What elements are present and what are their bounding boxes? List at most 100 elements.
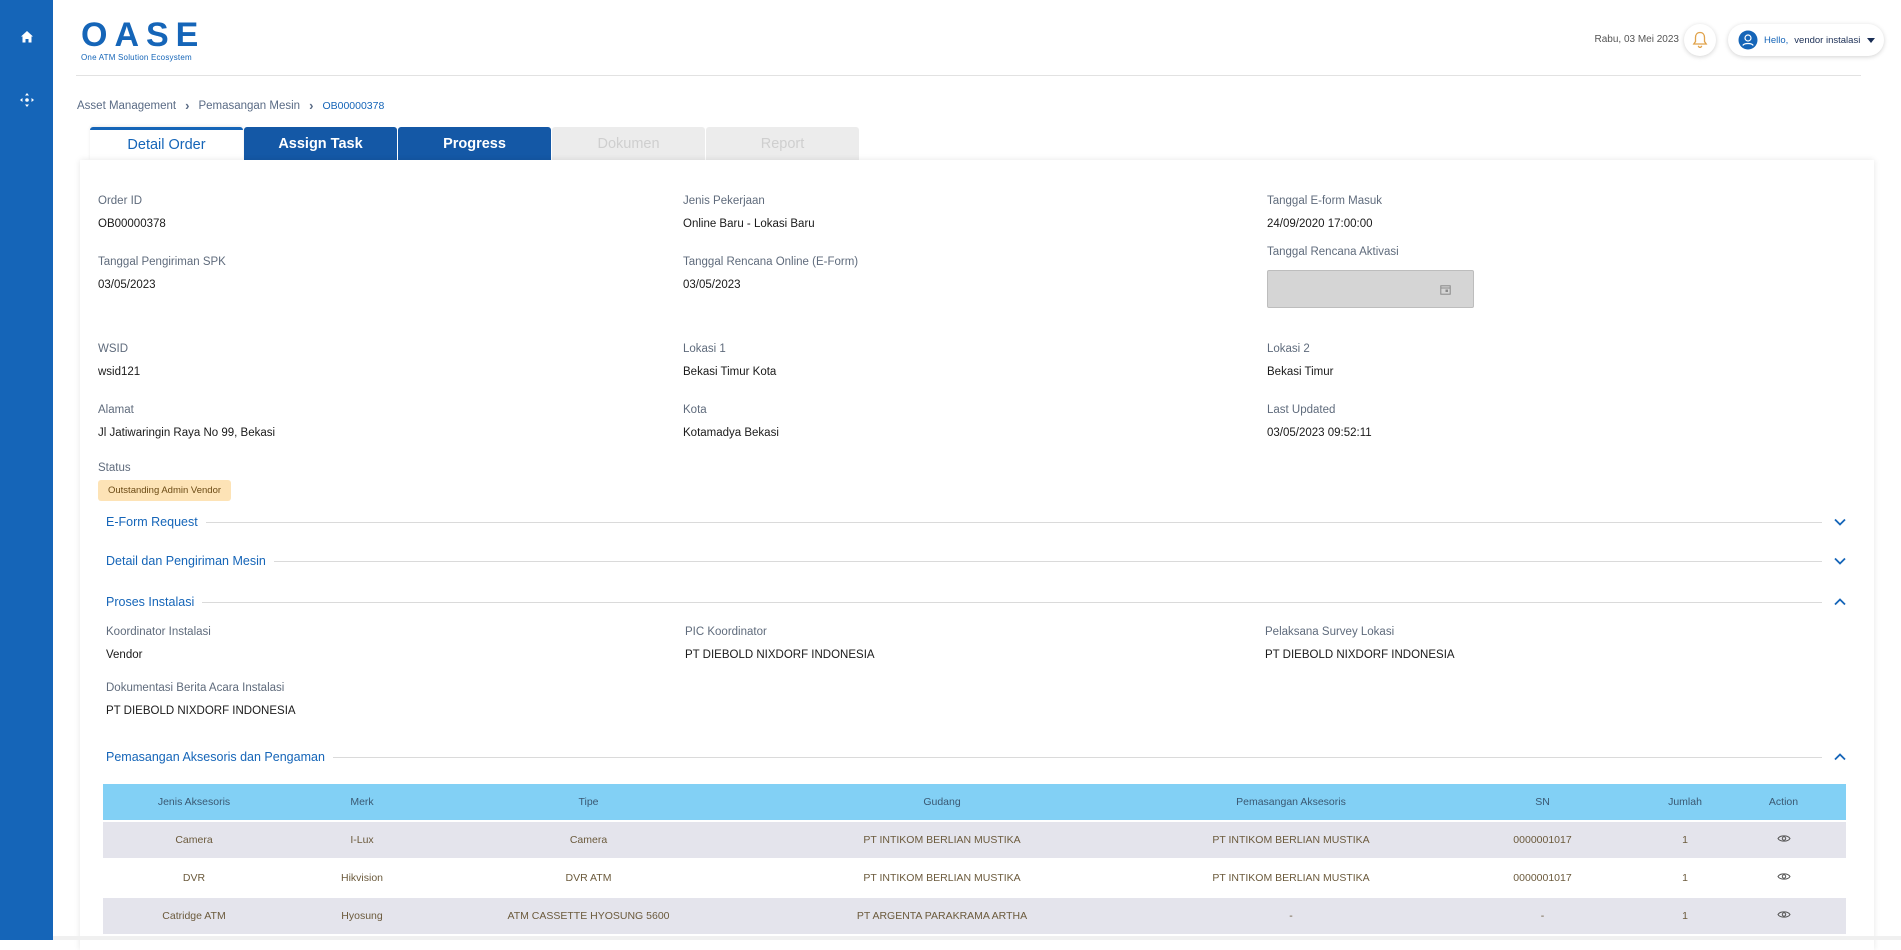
- column-header: SN: [1436, 796, 1649, 808]
- column-header: Merk: [285, 796, 439, 808]
- dokumentasi-bast-field: Dokumentasi Berita Acara Instalasi PT DI…: [106, 682, 296, 717]
- field-label: Jenis Pekerjaan: [683, 195, 815, 207]
- breadcrumb-pemasangan-mesin[interactable]: Pemasangan Mesin: [198, 100, 300, 112]
- notification-button[interactable]: [1684, 24, 1716, 56]
- section-title: Pemasangan Aksesoris dan Pengaman: [106, 750, 333, 764]
- column-header: Tipe: [439, 796, 738, 808]
- field-label: Last Updated: [1267, 404, 1372, 416]
- logo[interactable]: OASE One ATM Solution Ecosystem: [81, 18, 205, 62]
- chevron-down-icon[interactable]: [1822, 553, 1846, 569]
- logo-subtitle: One ATM Solution Ecosystem: [81, 53, 205, 62]
- table-cell: PT INTIKOM BERLIAN MUSTIKA: [738, 834, 1146, 846]
- column-header: Action: [1721, 796, 1846, 808]
- eye-icon[interactable]: [1777, 910, 1791, 919]
- field-value: PT DIEBOLD NIXDORF INDONESIA: [1265, 649, 1455, 661]
- field-value: wsid121: [98, 366, 140, 378]
- table-cell-action: [1721, 910, 1846, 922]
- chevron-up-icon[interactable]: [1822, 594, 1846, 610]
- section-eform-request[interactable]: E-Form Request: [106, 512, 1846, 532]
- header: OASE One ATM Solution Ecosystem Rabu, 03…: [53, 0, 1901, 76]
- tab-progress[interactable]: Progress: [398, 127, 551, 160]
- chevron-up-icon[interactable]: [1822, 749, 1846, 765]
- field-value: PT DIEBOLD NIXDORF INDONESIA: [685, 649, 875, 661]
- field-value: Online Baru - Lokasi Baru: [683, 218, 815, 230]
- tab-assign-task[interactable]: Assign Task: [244, 127, 397, 160]
- calendar-icon: [1440, 284, 1451, 295]
- move-icon[interactable]: [0, 85, 53, 115]
- table-cell: Camera: [439, 834, 738, 846]
- column-header: Jenis Aksesoris: [103, 796, 285, 808]
- table-header: Jenis Aksesoris Merk Tipe Gudang Pemasan…: [103, 784, 1846, 820]
- field-label: WSID: [98, 343, 140, 355]
- table-cell: 1: [1649, 834, 1721, 846]
- alamat-field: Alamat Jl Jatiwaringin Raya No 99, Bekas…: [98, 404, 275, 439]
- chevron-right-icon: ›: [185, 98, 189, 113]
- column-header: Jumlah: [1649, 796, 1721, 808]
- divider: [333, 757, 1822, 758]
- home-icon[interactable]: [0, 22, 53, 52]
- tanggal-eform-field: Tanggal E-form Masuk 24/09/2020 17:00:00: [1267, 195, 1382, 230]
- field-label: Tanggal E-form Masuk: [1267, 195, 1382, 207]
- field-value: 03/05/2023 09:52:11: [1267, 427, 1372, 439]
- breadcrumb-current: OB00000378: [322, 100, 384, 112]
- greeting: Hello,: [1764, 35, 1788, 46]
- field-label: Status: [98, 462, 131, 474]
- user-menu[interactable]: Hello, vendor instalasi: [1728, 24, 1884, 56]
- horizontal-scrollbar[interactable]: [53, 936, 1901, 940]
- table-cell: DVR ATM: [439, 872, 738, 884]
- divider: [274, 561, 1822, 562]
- breadcrumb-asset-management[interactable]: Asset Management: [77, 100, 176, 112]
- tanggal-rencana-online-field: Tanggal Rencana Online (E-Form) 03/05/20…: [683, 256, 858, 291]
- field-value: Kotamadya Bekasi: [683, 427, 779, 439]
- table-cell: -: [1146, 910, 1436, 922]
- table-cell: 1: [1649, 910, 1721, 922]
- pic-koordinator-field: PIC Koordinator PT DIEBOLD NIXDORF INDON…: [685, 626, 875, 661]
- field-label: PIC Koordinator: [685, 626, 875, 638]
- table-row: Camera I-Lux Camera PT INTIKOM BERLIAN M…: [103, 822, 1846, 858]
- table-cell: PT INTIKOM BERLIAN MUSTIKA: [1146, 872, 1436, 884]
- field-label: Koordinator Instalasi: [106, 626, 211, 638]
- lokasi2-field: Lokasi 2 Bekasi Timur: [1267, 343, 1333, 378]
- table-cell-action: [1721, 834, 1846, 846]
- section-title: Proses Instalasi: [106, 595, 202, 609]
- table-cell: PT ARGENTA PARAKRAMA ARTHA: [738, 910, 1146, 922]
- sidebar: [0, 0, 53, 940]
- section-title: E-Form Request: [106, 515, 206, 529]
- field-value: 03/05/2023: [683, 279, 858, 291]
- chevron-down-icon[interactable]: [1822, 514, 1846, 530]
- eye-icon[interactable]: [1777, 872, 1791, 881]
- last-updated-field: Last Updated 03/05/2023 09:52:11: [1267, 404, 1372, 439]
- aksesoris-table: Jenis Aksesoris Merk Tipe Gudang Pemasan…: [103, 784, 1846, 934]
- field-label: Alamat: [98, 404, 275, 416]
- section-detail-pengiriman-mesin[interactable]: Detail dan Pengiriman Mesin: [106, 551, 1846, 571]
- field-label: Pelaksana Survey Lokasi: [1265, 626, 1455, 638]
- table-cell: 1: [1649, 872, 1721, 884]
- field-label: Kota: [683, 404, 779, 416]
- section-proses-instalasi[interactable]: Proses Instalasi: [106, 592, 1846, 612]
- field-label: Dokumentasi Berita Acara Instalasi: [106, 682, 296, 694]
- tab-detail-order[interactable]: Detail Order: [90, 127, 243, 160]
- current-date: Rabu, 03 Mei 2023: [1594, 34, 1679, 45]
- jenis-pekerjaan-field: Jenis Pekerjaan Online Baru - Lokasi Bar…: [683, 195, 815, 230]
- section-title: Detail dan Pengiriman Mesin: [106, 554, 274, 568]
- eye-icon[interactable]: [1777, 834, 1791, 843]
- field-value: Vendor: [106, 649, 211, 661]
- section-pemasangan-aksesoris[interactable]: Pemasangan Aksesoris dan Pengaman: [106, 747, 1846, 767]
- table-cell: -: [1436, 910, 1649, 922]
- wsid-field: WSID wsid121: [98, 343, 140, 378]
- field-value: Bekasi Timur Kota: [683, 366, 776, 378]
- chevron-down-icon: [1867, 38, 1875, 43]
- koordinator-instalasi-field: Koordinator Instalasi Vendor: [106, 626, 211, 661]
- tanggal-rencana-aktivasi-input[interactable]: [1267, 270, 1474, 308]
- table-cell: 0000001017: [1436, 834, 1649, 846]
- divider: [202, 602, 1822, 603]
- tanggal-spk-field: Tanggal Pengiriman SPK 03/05/2023: [98, 256, 226, 291]
- lokasi1-field: Lokasi 1 Bekasi Timur Kota: [683, 343, 776, 378]
- divider: [206, 522, 1822, 523]
- order-id-field: Order ID OB00000378: [98, 195, 166, 230]
- tanggal-rencana-aktivasi-field: Tanggal Rencana Aktivasi: [1267, 246, 1399, 258]
- username: vendor instalasi: [1794, 35, 1860, 46]
- table-cell: 0000001017: [1436, 872, 1649, 884]
- field-label: Tanggal Rencana Aktivasi: [1267, 246, 1399, 258]
- user-avatar-icon: [1738, 30, 1758, 50]
